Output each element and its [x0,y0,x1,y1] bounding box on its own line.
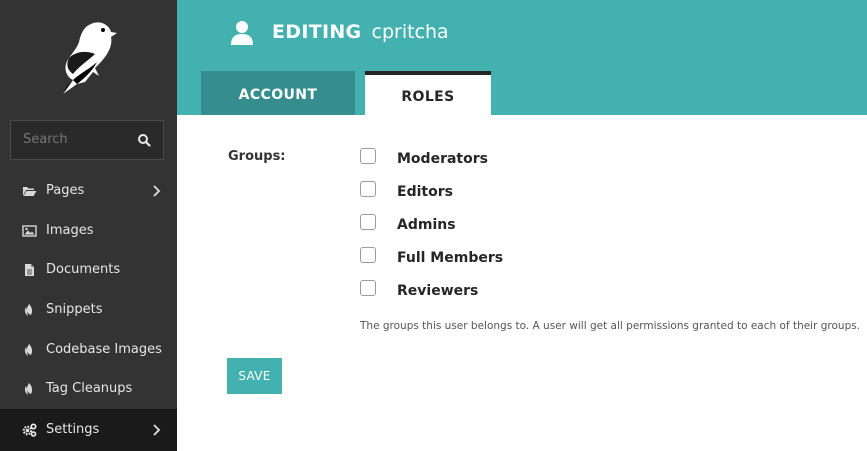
chevron-right-icon [153,424,161,436]
wagtail-logo-icon[interactable] [55,18,117,96]
user-icon [231,21,253,45]
snippet-icon [24,344,33,356]
page-title: EDITING cpritcha [272,21,449,43]
sidebar-item-label: Documents [46,262,121,277]
checkbox[interactable] [360,181,376,197]
group-label[interactable]: Moderators [397,151,488,167]
group-label[interactable]: Full Members [397,250,503,266]
group-label[interactable]: Editors [397,184,453,200]
sidebar-item-label: Settings [46,422,100,437]
page-title-action: EDITING [272,21,362,43]
folder-icon [23,187,37,196]
chevron-right-icon [153,185,161,197]
checkbox[interactable] [360,214,376,230]
checkbox[interactable] [360,280,376,296]
sidebar-item-label: Codebase Images [46,342,162,357]
groups-help-text: The groups this user belongs to. A user … [360,320,861,332]
checkbox[interactable] [360,148,376,164]
sidebar-item-label: Snippets [46,302,103,317]
cogs-icon [22,423,37,437]
page-title-username: cpritcha [371,21,449,43]
sidebar-item-codebase-images[interactable]: Codebase Images [0,330,177,370]
sidebar-item-images[interactable]: Images [0,211,177,251]
sidebar-item-label: Tag Cleanups [46,381,133,396]
save-button[interactable]: SAVE [227,358,282,394]
sidebar-item-settings[interactable]: Settings [0,409,177,451]
page-header: EDITING cpritcha ACCOUNT ROLES [177,0,867,115]
sidebar: Pages Images Documents Snippets [0,0,177,451]
sidebar-item-label: Pages [46,183,85,198]
sidebar-item-snippets[interactable]: Snippets [0,290,177,330]
sidebar-item-tag-cleanups[interactable]: Tag Cleanups [0,369,177,409]
search-input[interactable] [23,132,133,147]
groups-label: Groups: [228,149,286,164]
snippet-icon [24,304,33,316]
group-label[interactable]: Reviewers [397,283,478,299]
search-icon[interactable] [137,133,151,147]
image-icon [22,225,37,237]
document-icon [25,264,34,276]
search-box[interactable] [10,120,164,160]
tab-account[interactable]: ACCOUNT [201,71,355,115]
checkbox[interactable] [360,247,376,263]
sidebar-item-label: Images [46,223,94,238]
tab-roles[interactable]: ROLES [365,71,491,115]
group-label[interactable]: Admins [397,217,456,233]
snippet-icon [24,383,33,395]
sidebar-item-pages[interactable]: Pages [0,171,177,211]
sidebar-item-documents[interactable]: Documents [0,250,177,290]
